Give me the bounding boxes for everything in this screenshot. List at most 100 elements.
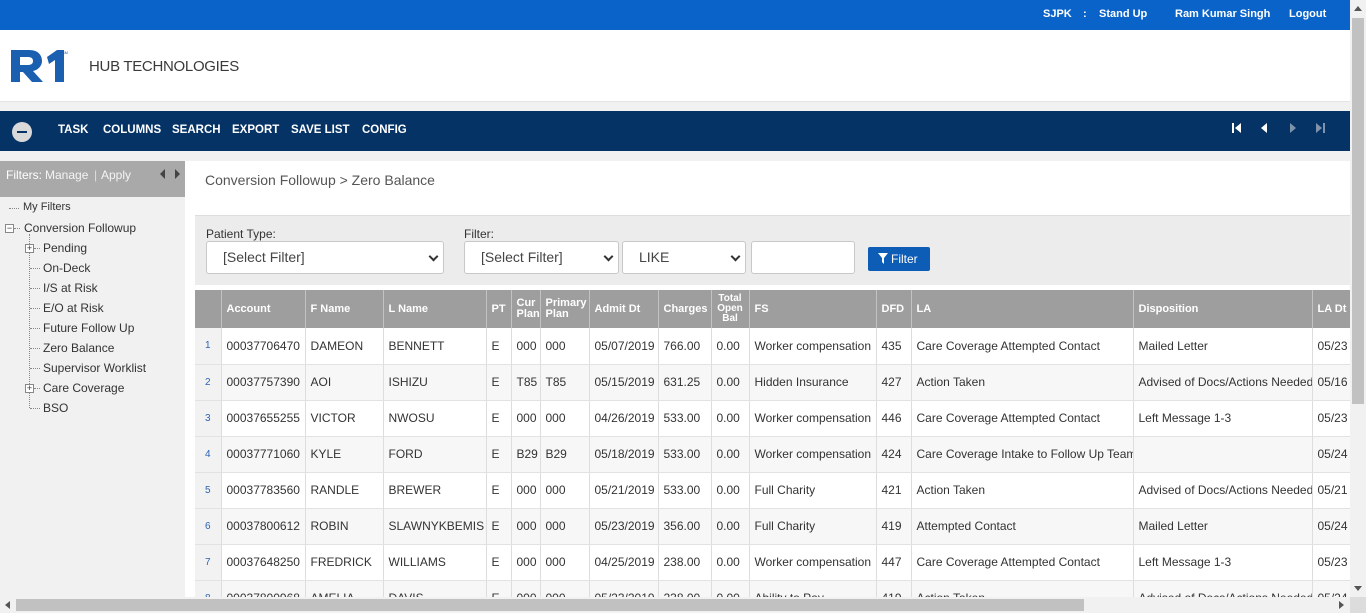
row-number[interactable]: 5: [195, 472, 222, 509]
filters-sidebar: Filters: Manage | Apply My Filters − Con…: [0, 161, 185, 597]
collapse-icon[interactable]: [12, 122, 32, 142]
disposition-cell: Advised of Docs/Actions Needed: [1133, 472, 1313, 509]
column-header-admit-dt[interactable]: Admit Dt: [589, 290, 659, 328]
expand-care-coverage-icon[interactable]: +: [25, 384, 34, 393]
row-number[interactable]: 2: [195, 364, 222, 401]
tree-item-supervisor-worklist[interactable]: Supervisor Worklist: [43, 361, 146, 375]
table-row[interactable]: 800037800968AMELIADAVISE00000005/23/2019…: [195, 580, 1350, 597]
row-number[interactable]: 7: [195, 544, 222, 581]
prev-page-icon[interactable]: [1258, 121, 1272, 135]
tree-conversion-followup[interactable]: Conversion Followup: [24, 221, 136, 235]
row-number[interactable]: 4: [195, 436, 222, 473]
chevron-down-icon: [428, 251, 439, 262]
account-cell: 00037771060: [221, 436, 306, 473]
first-name-cell: RANDLE: [305, 472, 384, 509]
table-row[interactable]: 4 00037771060 KYLE FORD E B29 B29 05/18/2019 533…: [195, 436, 1350, 473]
row-number[interactable]: 8: [195, 580, 222, 597]
filter-operator-select[interactable]: LIKE: [622, 241, 746, 274]
vertical-scrollbar[interactable]: [1350, 0, 1366, 597]
last-name-cell: SLAWNYKBEMIS: [383, 508, 487, 545]
tree-item-zero-balance[interactable]: Zero Balance: [43, 341, 114, 355]
column-header-fs[interactable]: FS: [749, 290, 877, 328]
row-number[interactable]: 6: [195, 508, 222, 545]
first-name-cell: VICTOR: [305, 400, 384, 437]
site-separator: :: [1083, 8, 1087, 20]
column-header-charges[interactable]: Charges: [658, 290, 712, 328]
scroll-up-icon[interactable]: [1354, 6, 1362, 11]
apply-link[interactable]: Apply: [101, 168, 131, 182]
last-name-cell: FORD: [383, 436, 487, 473]
tree-item-bso[interactable]: BSO: [43, 401, 68, 415]
la-cell: Care Coverage Attempted Contact: [911, 328, 1134, 365]
table-row[interactable]: 1 00037706470 DAMEON BENNETT E 000 000 05/07/20…: [195, 328, 1350, 365]
scroll-left-icon[interactable]: [5, 601, 10, 609]
tree-item-on-deck[interactable]: On-Deck: [43, 261, 90, 275]
filter-value-input[interactable]: [751, 241, 855, 274]
tree-item-care-coverage[interactable]: Care Coverage: [43, 381, 124, 395]
disposition-cell: [1133, 436, 1313, 473]
table-row[interactable]: 7 00037648250 FREDRICK WILLIAMS E 000 000 04/25…: [195, 544, 1350, 581]
next-page-icon[interactable]: [1285, 121, 1299, 135]
column-header-pt[interactable]: PT: [486, 290, 512, 328]
manage-link[interactable]: Manage: [45, 168, 88, 182]
standup-link[interactable]: Stand Up: [1099, 8, 1147, 20]
column-header-la-dt[interactable]: LA Dt: [1312, 290, 1350, 328]
account-cell: 00037655255: [221, 400, 306, 437]
cur-plan-cell: 000: [511, 580, 541, 597]
column-header-f-name[interactable]: F Name: [305, 290, 384, 328]
patient-type-select[interactable]: [Select Filter]: [206, 241, 444, 274]
tree-item-is-at-risk[interactable]: I/S at Risk: [43, 281, 98, 295]
nav-task[interactable]: TASK: [58, 124, 88, 136]
disposition-cell: Advised of Docs/Actions Needed: [1133, 364, 1313, 401]
dfd-cell: 447: [876, 544, 912, 581]
horizontal-scroll-thumb[interactable]: [16, 599, 1084, 611]
tree-item-future-follow-up[interactable]: Future Follow Up: [43, 321, 134, 335]
cur-plan-cell: 000: [511, 472, 541, 509]
first-page-icon[interactable]: [1230, 121, 1244, 135]
charges-cell: 238.00: [658, 544, 712, 581]
admit-date-cell: 05/21/2019: [589, 472, 659, 509]
expand-right-icon[interactable]: [173, 169, 181, 179]
primary-plan-cell: 000: [540, 508, 590, 545]
filters-header: Filters: Manage | Apply: [0, 161, 185, 197]
row-number[interactable]: 3: [195, 400, 222, 437]
tree-item-eo-at-risk[interactable]: E/O at Risk: [43, 301, 104, 315]
tree-item-pending[interactable]: Pending: [43, 241, 87, 255]
column-header-cur-plan[interactable]: Cur Plan: [511, 290, 541, 328]
scroll-right-icon[interactable]: [1339, 601, 1344, 609]
column-header-total-open-bal[interactable]: Total Open Bal: [711, 290, 750, 328]
nav-config[interactable]: CONFIG: [362, 124, 407, 136]
nav-search[interactable]: SEARCH: [172, 124, 221, 136]
table-row[interactable]: 2 00037757390 AOI ISHIZU E T85 T85 05/15/2019 63…: [195, 364, 1350, 401]
last-page-icon[interactable]: [1313, 121, 1327, 135]
logout-link[interactable]: Logout: [1289, 8, 1326, 20]
row-number[interactable]: 1: [195, 328, 222, 365]
collapse-tree-icon[interactable]: −: [5, 224, 14, 233]
open-balance-cell: 0.00: [711, 472, 750, 509]
column-header-dfd[interactable]: DFD: [876, 290, 912, 328]
user-name-link[interactable]: Ram Kumar Singh: [1175, 8, 1270, 20]
nav-save-list[interactable]: SAVE LIST: [291, 124, 350, 136]
column-header-disposition[interactable]: Disposition: [1133, 290, 1313, 328]
expand-pending-icon[interactable]: +: [25, 244, 34, 253]
horizontal-scrollbar[interactable]: [0, 597, 1350, 613]
admit-date-cell: 05/18/2019: [589, 436, 659, 473]
column-header-la[interactable]: LA: [911, 290, 1134, 328]
nav-columns[interactable]: COLUMNS: [103, 124, 161, 136]
filter-button[interactable]: Filter: [868, 247, 930, 271]
tree-my-filters[interactable]: My Filters: [23, 201, 71, 213]
table-row[interactable]: 3 00037655255 VICTOR NWOSU E 000 000 04/26/2019…: [195, 400, 1350, 437]
scroll-down-icon[interactable]: [1354, 586, 1362, 591]
nav-export[interactable]: EXPORT: [232, 124, 279, 136]
table-row[interactable]: 6 00037800612 ROBIN SLAWNYKBEMIS E 000 000 05/2…: [195, 508, 1350, 545]
filter-field-select[interactable]: [Select Filter]: [464, 241, 619, 274]
collapse-left-icon[interactable]: [159, 169, 167, 179]
disposition-cell: Mailed Letter: [1133, 328, 1313, 365]
column-header-l-name[interactable]: L Name: [383, 290, 487, 328]
patient-type-value: [Select Filter]: [223, 249, 305, 265]
vertical-scroll-thumb[interactable]: [1352, 18, 1364, 404]
column-header-account[interactable]: Account: [221, 290, 306, 328]
column-header-primary-plan[interactable]: Primary Plan: [540, 290, 590, 328]
table-row[interactable]: 5 00037783560 RANDLE BREWER E 000 000 05/21/201…: [195, 472, 1350, 509]
open-balance-cell: 0.00: [711, 364, 750, 401]
